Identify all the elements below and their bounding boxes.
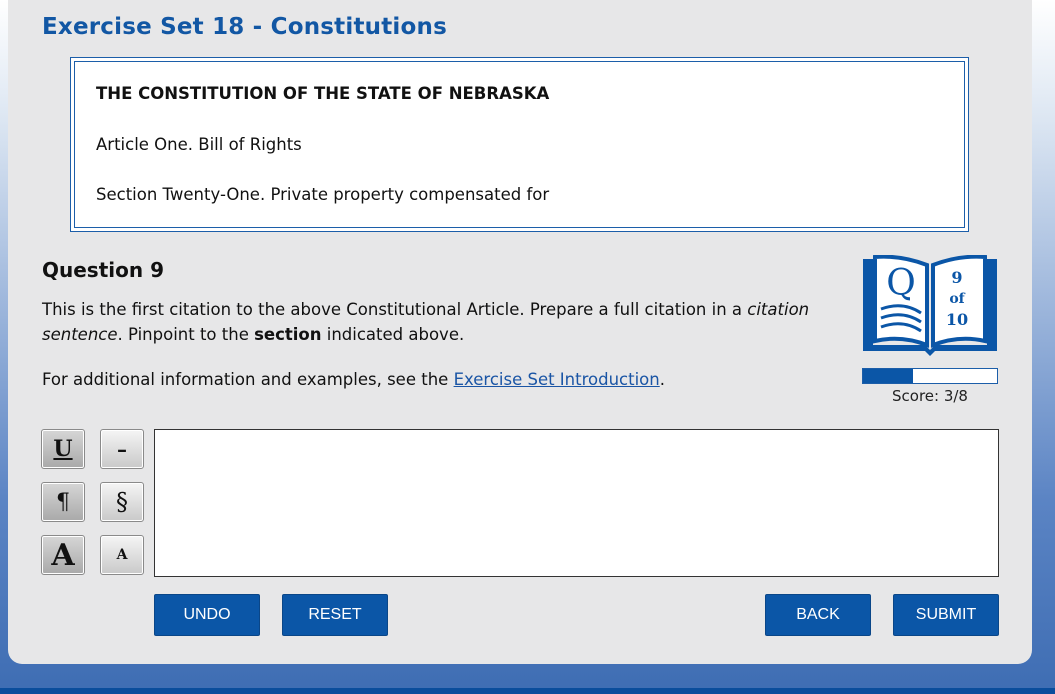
large-font-button[interactable]: A (41, 535, 85, 575)
info-suffix: . (659, 370, 665, 389)
page-title: Exercise Set 18 - Constitutions (42, 14, 447, 40)
question-title: Question 9 (42, 258, 164, 282)
question-info: For additional information and examples,… (42, 370, 665, 389)
of-label: of (949, 291, 965, 307)
score-text: Score: 3/8 (892, 387, 968, 405)
book-letter: Q (886, 263, 916, 304)
question-text-part2: . Pinpoint to the (117, 325, 255, 344)
question-text-part3: indicated above. (321, 325, 465, 344)
question-text: This is the first citation to the above … (42, 297, 842, 347)
question-number: 9 (951, 268, 962, 287)
submit-button[interactable]: SUBMIT (893, 594, 999, 636)
question-text-bold: section (254, 325, 322, 344)
underline-button[interactable]: U (41, 429, 85, 469)
constitution-title: THE CONSTITUTION OF THE STATE OF NEBRASK… (96, 84, 550, 103)
progress-bar-fill (863, 369, 914, 383)
paragraph-symbol-button[interactable]: ¶ (41, 482, 85, 522)
exercise-set-introduction-link[interactable]: Exercise Set Introduction (454, 370, 660, 389)
progress-bar (862, 368, 998, 384)
constitution-article: Article One. Bill of Rights (96, 135, 302, 154)
section-symbol-button[interactable]: § (100, 482, 144, 522)
info-prefix: For additional information and examples,… (42, 370, 454, 389)
question-total: 10 (946, 310, 968, 329)
constitution-section: Section Twenty-One. Private property com… (96, 185, 550, 204)
answer-input[interactable] (154, 429, 999, 577)
back-button[interactable]: BACK (765, 594, 871, 636)
footer-bar (0, 688, 1055, 694)
question-text-part1: This is the first citation to the above … (42, 300, 748, 319)
dash-button[interactable]: – (100, 429, 144, 469)
constitution-box: THE CONSTITUTION OF THE STATE OF NEBRASK… (70, 57, 969, 232)
undo-button[interactable]: UNDO (154, 594, 260, 636)
question-book-icon: Q 9 of 10 (863, 255, 997, 356)
small-font-button[interactable]: A (100, 535, 144, 575)
reset-button[interactable]: RESET (282, 594, 388, 636)
